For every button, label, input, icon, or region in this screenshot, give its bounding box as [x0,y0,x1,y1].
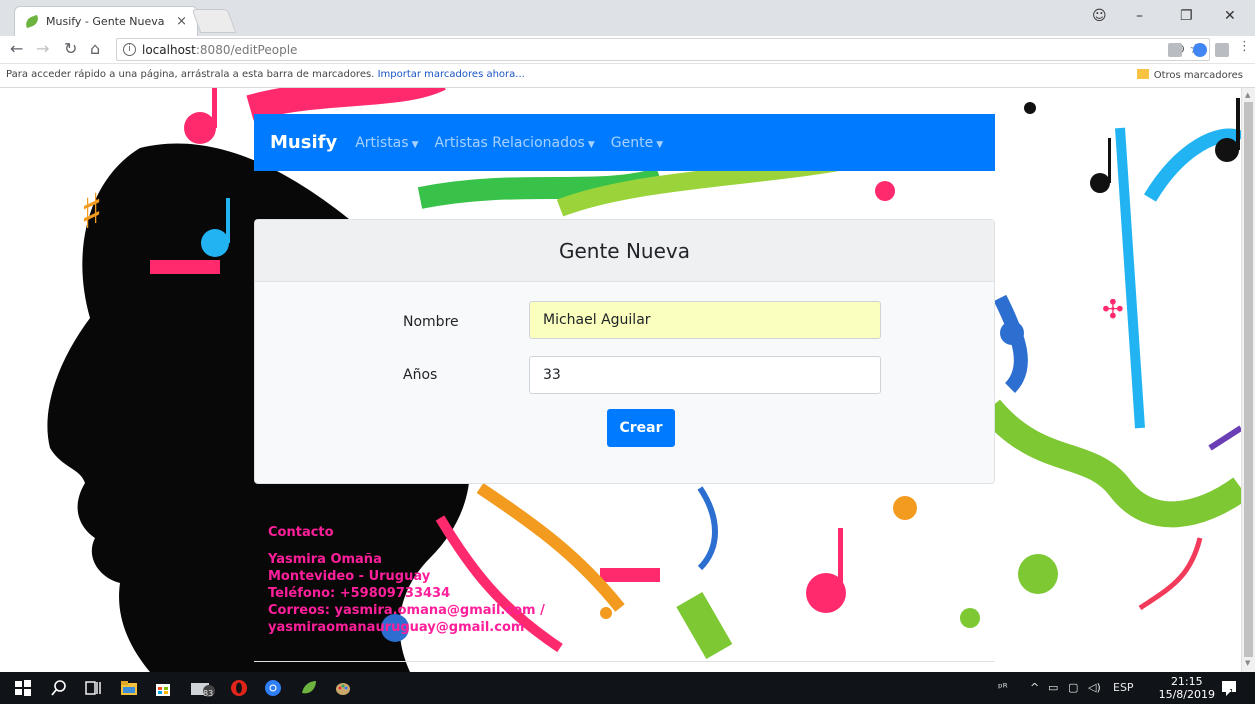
clock-date: 15/8/2019 [1158,688,1215,701]
windows-taskbar: 83 ᵖᴿ ^ ▭ ▢ ◁) ESP 21:15 15/8/2019 1 [0,672,1255,704]
file-explorer-icon[interactable] [120,679,138,697]
caret-down-icon: ▼ [656,139,664,150]
extension-icon[interactable] [1215,43,1229,57]
footer-divider [254,661,995,662]
address-bar[interactable]: i localhost:8080/editPeople ⊕ ☆ [116,38,1210,61]
new-person-card: Gente Nueva Nombre Años Crear [254,219,995,484]
contact-info: Contacto Yasmira Omaña Montevideo - Urug… [268,524,545,636]
create-button[interactable]: Crear [607,409,675,447]
browser-toolbar: ← → ↻ ⌂ i localhost:8080/editPeople ⊕ ☆ … [0,36,1255,64]
people-icon[interactable]: ᵖᴿ [998,681,1008,694]
contact-location: Montevideo - Uruguay [268,569,431,584]
extension-icon[interactable] [1168,43,1182,57]
mail-badge: 83 [203,689,214,698]
other-bookmarks[interactable]: Otros marcadores [1136,69,1243,81]
language-indicator[interactable]: ESP [1113,681,1134,694]
close-window-icon[interactable]: ✕ [1224,8,1236,24]
brand-logo[interactable]: Musify [270,132,337,153]
scroll-up-icon[interactable]: ▲ [1245,91,1250,99]
scrollbar-thumb[interactable] [1244,102,1253,657]
bookmarks-hint: Para acceder rápido a una página, arrást… [6,69,375,80]
restore-icon[interactable]: ❐ [1180,8,1193,24]
scroll-down-icon[interactable]: ▼ [1245,659,1250,667]
url-host: localhost [142,42,196,57]
clock[interactable]: 21:15 15/8/2019 [1159,675,1215,701]
reload-icon[interactable]: ↻ [64,39,77,58]
nav-artistas-label: Artistas [355,134,409,151]
task-view-icon[interactable] [84,679,102,697]
nav-artistas-relacionados[interactable]: Artistas Relacionados ▼ [434,135,594,151]
page-scrollbar[interactable]: ▲ ▼ [1241,88,1255,672]
forward-icon[interactable]: → [36,39,49,58]
info-icon[interactable]: i [123,43,136,56]
bookmarks-bar: Para acceder rápido a una página, arrást… [0,64,1255,88]
browser-tab-bar: Musify - Gente Nueva × ☺ – ❐ ✕ [0,0,1255,36]
chrome-icon[interactable] [264,679,282,697]
contact-name: Yasmira Omaña [268,552,382,567]
contact-emails: Correos: yasmira.omana@gmail.com / [268,603,545,618]
main-navbar: Musify Artistas ▼ Artistas Relacionados ▼ … [254,114,995,171]
opera-icon[interactable] [230,679,248,697]
windows-start-icon[interactable] [14,679,32,697]
nav-artistas[interactable]: Artistas ▼ [355,135,418,151]
battery-icon[interactable]: ▭ [1048,681,1058,694]
profile-icon[interactable]: ☺ [1092,8,1107,24]
caret-down-icon: ▼ [587,139,595,150]
extension-icon[interactable] [1193,43,1207,57]
import-bookmarks-link[interactable]: Importar marcadores ahora... [378,69,525,80]
home-icon[interactable]: ⌂ [90,39,100,58]
tab-close-icon[interactable]: × [176,14,187,29]
notification-count: 1 [1229,688,1235,697]
nav-artistas-relacionados-label: Artistas Relacionados [434,134,585,151]
name-input[interactable] [529,301,881,339]
tab-title: Musify - Gente Nueva [46,15,165,28]
search-icon[interactable] [50,679,68,697]
new-tab-button[interactable] [191,9,237,33]
other-bookmarks-label: Otros marcadores [1153,70,1243,81]
url-path: :8080/editPeople [195,42,298,57]
age-label: Años [403,367,438,383]
svg-text:✣: ✣ [1102,295,1124,325]
network-icon[interactable]: ▢ [1068,681,1078,694]
svg-text:♯: ♯ [80,184,103,240]
spring-tool-icon[interactable] [300,679,318,697]
caret-down-icon: ▼ [411,139,419,150]
volume-icon[interactable]: ◁) [1088,681,1101,694]
contact-phone: Teléfono: +59809733434 [268,586,451,601]
store-icon[interactable] [154,679,172,697]
nav-gente-label: Gente [610,134,654,151]
minimize-icon[interactable]: – [1136,8,1143,24]
contact-heading: Contacto [268,525,334,540]
page-viewport: ♯ ✣ Musify Artistas ▼ Artistas Relacionad… [0,88,1241,672]
clock-time: 21:15 [1170,675,1203,688]
folder-icon [1136,69,1149,79]
contact-email-2: yasmiraomanauruguay@gmail.com [268,620,525,635]
tray-chevron-icon[interactable]: ^ [1030,681,1039,694]
spring-leaf-icon [23,14,41,29]
menu-icon[interactable]: ⋮ [1238,39,1251,54]
nav-gente[interactable]: Gente ▼ [611,135,663,151]
back-icon[interactable]: ← [10,39,23,58]
browser-tab[interactable]: Musify - Gente Nueva × [14,6,198,36]
card-title: Gente Nueva [255,220,994,282]
age-input[interactable] [529,356,881,394]
name-label: Nombre [403,314,459,330]
paint-icon[interactable] [334,679,352,697]
